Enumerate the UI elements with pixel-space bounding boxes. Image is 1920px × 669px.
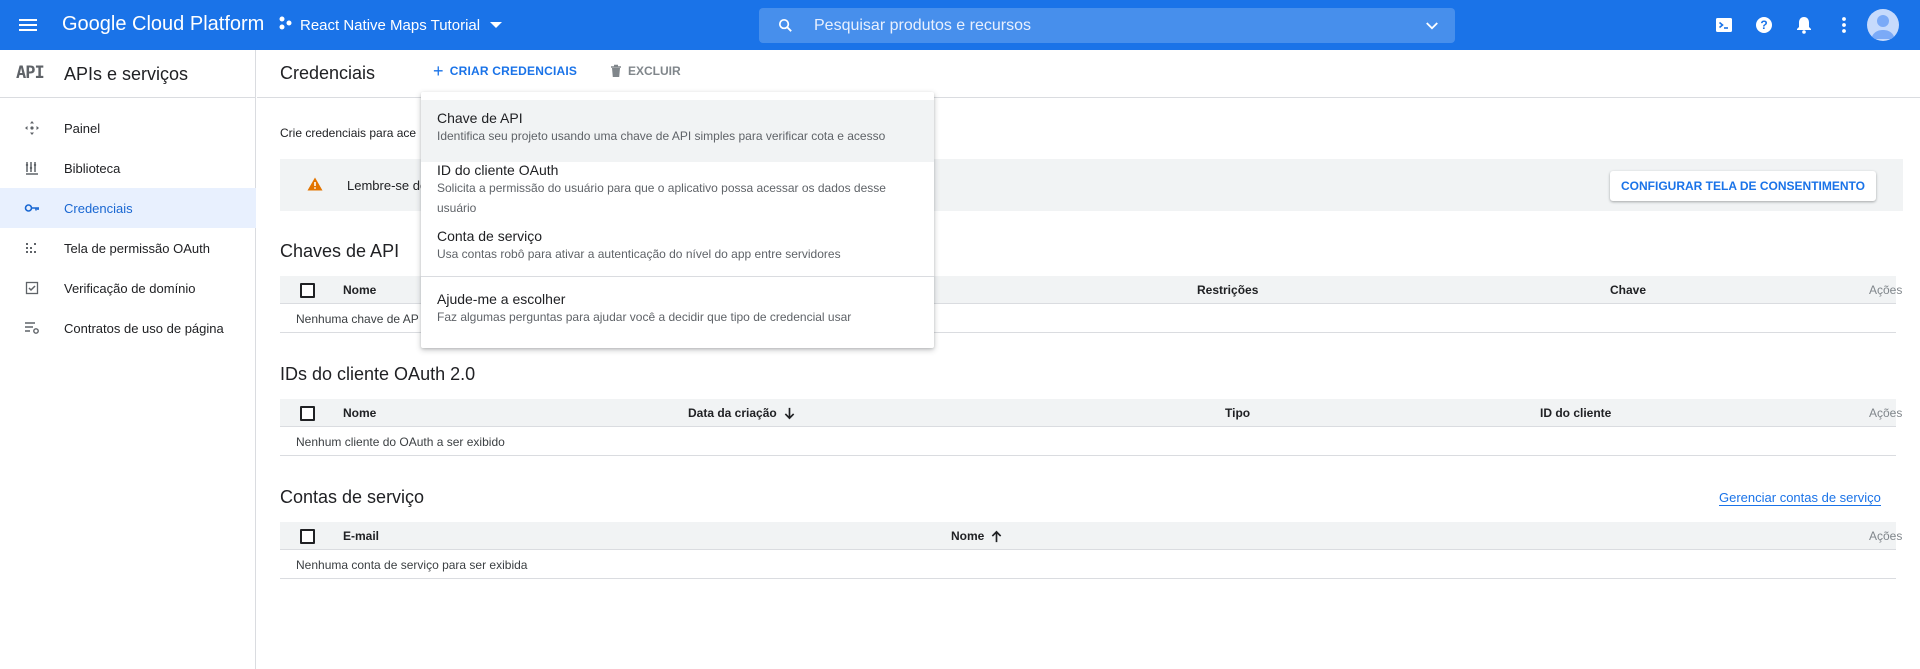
sidebar-item-label: Contratos de uso de página: [64, 321, 224, 336]
menu-item-oauth-client[interactable]: ID do cliente OAuth Solicita a permissão…: [421, 162, 934, 224]
menu-item-service-account[interactable]: Conta de serviço Usa contas robô para at…: [421, 224, 934, 276]
brand-title[interactable]: Google Cloud Platform: [62, 13, 264, 36]
sidebar-nav: Painel Biblioteca Credenciais Tela de pe…: [0, 108, 256, 348]
dashboard-icon: [24, 120, 40, 136]
delete-label: EXCLUIR: [628, 64, 681, 78]
menu-icon[interactable]: [16, 13, 40, 37]
search-icon: [777, 17, 794, 39]
search-input[interactable]: [814, 8, 1374, 43]
menu-item-title: Conta de serviço: [437, 228, 543, 244]
column-header: Ações: [1869, 406, 1903, 420]
create-credentials-menu: Chave de API Identifica seu projeto usan…: [421, 92, 934, 348]
sidebar-item-biblioteca[interactable]: Biblioteca: [0, 148, 256, 188]
column-header[interactable]: ID do cliente: [1540, 406, 1611, 420]
sidebar-item-tela-permissao[interactable]: Tela de permissão OAuth: [0, 228, 256, 268]
column-header-label: Nome: [951, 529, 985, 543]
sidebar-item-label: Verificação de domínio: [64, 281, 196, 296]
create-credentials-button[interactable]: + CRIAR CREDENCIAIS: [433, 61, 578, 81]
cloud-shell-icon[interactable]: [1712, 13, 1736, 37]
top-app-bar: Google Cloud Platform React Native Maps …: [0, 0, 1920, 50]
sidebar-title: APIs e serviços: [64, 64, 189, 84]
trash-icon: [611, 64, 621, 77]
column-header-sorted[interactable]: Data da criação: [688, 406, 796, 420]
search-bar[interactable]: [759, 8, 1455, 43]
project-name: React Native Maps Tutorial: [300, 16, 481, 34]
warning-icon: [307, 177, 323, 196]
select-all-checkbox[interactable]: [300, 529, 315, 544]
banner-text: Lembre-se de: [347, 178, 428, 193]
api-keys-title: Chaves de API: [280, 241, 400, 261]
menu-item-description: Identifica seu projeto usando uma chave …: [437, 129, 886, 143]
project-icon: [278, 16, 292, 34]
domain-check-icon: [24, 280, 40, 296]
arrow-up-icon: [992, 530, 1002, 542]
sidebar-item-verificacao-dominio[interactable]: Verificação de domínio: [0, 268, 256, 308]
sidebar-item-label: Credenciais: [64, 201, 133, 216]
empty-message: Nenhuma chave de AP: [296, 312, 419, 326]
arrow-down-icon: [784, 407, 794, 419]
column-header[interactable]: Tipo: [1225, 406, 1250, 420]
manage-service-accounts-link[interactable]: Gerenciar contas de serviço: [1719, 490, 1881, 506]
key-icon: [24, 200, 40, 216]
empty-message: Nenhum cliente do OAuth a ser exibido: [296, 435, 505, 449]
column-header: Ações: [1869, 283, 1903, 297]
help-icon[interactable]: ?: [1752, 13, 1776, 37]
page-settings-icon: [24, 320, 40, 336]
column-header-sorted[interactable]: Nome: [951, 529, 1003, 543]
service-accounts-table-header: E-mail Nome Ações: [280, 522, 1902, 550]
api-logo: API: [16, 63, 45, 83]
menu-item-title: Chave de API: [437, 110, 523, 126]
service-accounts-title: Contas de serviço: [280, 487, 425, 507]
sidebar-item-contratos[interactable]: Contratos de uso de página: [0, 308, 256, 348]
oauth-table-header: Nome Data da criação Tipo ID do cliente …: [280, 399, 1902, 427]
configure-consent-button[interactable]: CONFIGURAR TELA DE CONSENTIMENTO: [1610, 171, 1877, 201]
page-title: Credenciais: [280, 63, 376, 83]
delete-button[interactable]: EXCLUIR: [610, 64, 681, 78]
sidebar-item-credenciais[interactable]: Credenciais: [0, 188, 256, 228]
intro-text: Crie credenciais para ace: [280, 126, 417, 140]
notifications-icon[interactable]: [1792, 13, 1816, 37]
avatar[interactable]: [1867, 9, 1899, 41]
table-empty-row: Nenhuma conta de serviço para ser exibid…: [280, 550, 1896, 579]
menu-item-description: Faz algumas perguntas para ajudar você a…: [437, 310, 852, 324]
table-empty-row: Nenhum cliente do OAuth a ser exibido: [280, 427, 1896, 456]
caret-down-icon: [490, 22, 503, 28]
column-header[interactable]: Restrições: [1197, 283, 1258, 297]
project-selector[interactable]: React Native Maps Tutorial: [278, 13, 503, 37]
column-header[interactable]: E-mail: [343, 529, 379, 543]
sidebar-item-painel[interactable]: Painel: [0, 108, 256, 148]
library-icon: [24, 160, 40, 176]
sidebar-item-label: Biblioteca: [64, 161, 121, 176]
menu-item-title: ID do cliente OAuth: [437, 162, 559, 178]
sidebar-item-label: Tela de permissão OAuth: [64, 241, 210, 256]
column-header-label: Data da criação: [688, 406, 777, 420]
menu-item-api-key[interactable]: Chave de API Identifica seu projeto usan…: [421, 100, 934, 162]
column-header: Ações: [1869, 529, 1903, 543]
column-header[interactable]: Nome: [343, 406, 376, 420]
sidebar-item-label: Painel: [64, 121, 101, 136]
oauth-title: IDs do cliente OAuth 2.0: [280, 364, 476, 384]
select-all-checkbox[interactable]: [300, 406, 315, 421]
sidebar-header: API APIs e serviços: [0, 50, 256, 98]
empty-message: Nenhuma conta de serviço para ser exibid…: [296, 558, 528, 572]
page-header: Credenciais + CRIAR CREDENCIAIS EXCLUIR: [257, 50, 1920, 98]
menu-item-title: Ajude-me a escolher: [437, 291, 566, 307]
menu-item-help-me-choose[interactable]: Ajude-me a escolher Faz algumas pergunta…: [421, 277, 934, 339]
menu-item-description: Usa contas robô para ativar a autenticaç…: [437, 247, 841, 261]
column-header[interactable]: Chave: [1610, 283, 1646, 297]
more-vert-icon[interactable]: [1832, 13, 1856, 37]
menu-item-description: Solicita a permissão do usuário para que…: [437, 181, 886, 215]
consent-icon: [24, 240, 40, 256]
svg-text:?: ?: [1760, 18, 1767, 32]
sidebar: API APIs e serviços Painel Biblioteca Cr…: [0, 50, 256, 669]
select-all-checkbox[interactable]: [300, 283, 315, 298]
column-header[interactable]: Nome: [343, 283, 376, 297]
plus-icon: +: [433, 61, 444, 81]
chevron-down-icon[interactable]: [1423, 17, 1441, 40]
create-credentials-label: CRIAR CREDENCIAIS: [449, 64, 578, 78]
